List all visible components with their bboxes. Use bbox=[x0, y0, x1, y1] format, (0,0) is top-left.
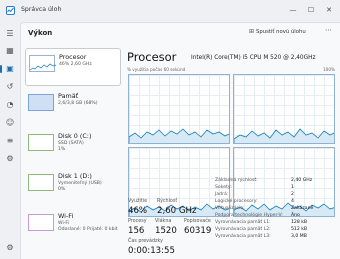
resource-item-wifi[interactable]: Wi-Fi Wi-Fi Odoslané: 0 Prijaté: 0 kbit bbox=[25, 208, 121, 246]
title-bar: Správca úloh — ☐ ✕ bbox=[0, 0, 340, 22]
processes-value: 156 bbox=[128, 226, 145, 236]
resource-detail: 2,6/3,8 GB (68%) bbox=[58, 101, 98, 106]
spec-row: Logické procesory: 4 bbox=[215, 199, 320, 206]
resource-detail: Wi-Fi bbox=[58, 221, 69, 226]
disk1-thumbnail-graph bbox=[28, 174, 54, 191]
spec-value: 1 bbox=[291, 185, 294, 190]
spec-row: Vyrovnávacia pamäť L1: 128 kB bbox=[215, 220, 320, 227]
core-graph-0 bbox=[128, 74, 230, 144]
startup-icon[interactable]: ◔ bbox=[4, 99, 16, 111]
navigation-rail: ☰ ▦ ▣ ↺ ◔ ☺ ≡ ⚙ ⚙ bbox=[0, 22, 20, 259]
resource-name: Disk 1 (D:) bbox=[58, 172, 92, 180]
cpu-thumbnail-graph bbox=[29, 55, 57, 72]
spec-row: Virtualizácia: Zakázané bbox=[215, 206, 320, 213]
threads-value: 1520 bbox=[155, 226, 177, 236]
spec-value: 128 kB bbox=[291, 220, 308, 225]
memory-thumbnail-graph bbox=[28, 94, 54, 111]
resource-usage: Odoslané: 0 Prijaté: 0 kbit bbox=[58, 227, 118, 232]
cpu-title: Procesor bbox=[127, 50, 177, 64]
resource-detail: SSD (SATA) bbox=[58, 141, 84, 146]
spec-key: Vyrovnávacia pamäť L3: bbox=[215, 234, 271, 239]
details-icon[interactable]: ≡ bbox=[4, 135, 16, 147]
resource-item-memory[interactable]: Pamäť 2,6/3,8 GB (68%) bbox=[25, 88, 121, 126]
spec-key: Podpora technológie Hyper-V: bbox=[215, 213, 283, 218]
resource-name: Wi-Fi bbox=[58, 212, 74, 220]
page-title: Výkon bbox=[28, 29, 53, 37]
spec-value: 2 bbox=[291, 192, 294, 197]
graph-max-label: 100% bbox=[323, 67, 335, 72]
spec-row: Vyrovnávacia pamäť L3: 3,0 MB bbox=[215, 234, 320, 241]
threads-label: Vlákna bbox=[155, 219, 172, 224]
spec-key: Virtualizácia: bbox=[215, 206, 245, 211]
processes-icon[interactable]: ▦ bbox=[4, 45, 16, 57]
disk0-thumbnail-graph bbox=[28, 134, 54, 151]
spec-row: Vyrovnávacia pamäť L2: 512 kB bbox=[215, 227, 320, 234]
core-graph-1 bbox=[233, 74, 335, 144]
processes-label: Procesy bbox=[128, 219, 147, 224]
spec-row: Podpora technológie Hyper-V: Áno bbox=[215, 213, 320, 220]
spec-row: Základná rýchlosť: 2,40 GHz bbox=[215, 178, 320, 185]
resource-name: Procesor bbox=[59, 53, 87, 61]
spec-value: 512 kB bbox=[291, 227, 308, 232]
spec-key: Vyrovnávacia pamäť L1: bbox=[215, 220, 271, 225]
resource-item-cpu[interactable]: Procesor 46% 2,60 GHz bbox=[25, 48, 121, 86]
spec-row: Jadrá: 2 bbox=[215, 192, 320, 199]
users-icon[interactable]: ☺ bbox=[4, 117, 16, 129]
more-options-button[interactable]: ⋯ bbox=[325, 26, 332, 34]
main-panel: Výkon ⊞ Spustiť novú úlohu ⋯ Procesor 46%… bbox=[20, 22, 340, 259]
resource-usage: 1% bbox=[58, 147, 66, 152]
window-title: Správca úloh bbox=[21, 6, 62, 13]
minimize-button[interactable]: — bbox=[286, 4, 300, 16]
maximize-button[interactable]: ☐ bbox=[304, 4, 318, 16]
speed-label: Rýchlosť bbox=[157, 199, 178, 204]
wifi-thumbnail-graph bbox=[28, 214, 54, 231]
spec-value: Zakázané bbox=[291, 206, 314, 211]
uptime-label: Čas prevádzky bbox=[128, 239, 163, 244]
handles-label: Popisovače bbox=[184, 219, 211, 224]
cpu-model: Intel(R) Core(TM) i5 CPU M 520 @ 2,40GHz bbox=[191, 55, 316, 61]
resource-detail: Vymeniteľný (USB) bbox=[58, 181, 102, 186]
task-manager-icon bbox=[6, 6, 15, 15]
history-icon[interactable]: ↺ bbox=[4, 81, 16, 93]
resource-item-disk1[interactable]: Disk 1 (D:) Vymeniteľný (USB) 0% bbox=[25, 168, 121, 206]
resource-name: Pamäť bbox=[58, 92, 79, 100]
spec-value: 2,40 GHz bbox=[291, 178, 313, 183]
spec-key: Jadrá: bbox=[215, 192, 229, 197]
spec-value: 4 bbox=[291, 199, 294, 204]
utilization-value: 46% bbox=[128, 206, 148, 216]
spec-key: Základná rýchlosť: bbox=[215, 178, 258, 183]
spec-value: Áno bbox=[291, 213, 300, 218]
graph-caption: % využitia počas 60 sekúnd bbox=[127, 67, 186, 72]
resource-name: Disk 0 (C:) bbox=[58, 132, 92, 140]
spec-key: Logické procesory: bbox=[215, 199, 258, 204]
close-button[interactable]: ✕ bbox=[322, 4, 336, 16]
spec-row: Sokety: 1 bbox=[215, 185, 320, 192]
resource-usage: 0% bbox=[58, 187, 66, 192]
speed-value: 2,60 GHz bbox=[157, 206, 197, 216]
run-new-task-label: Spustiť novú úlohu bbox=[256, 29, 306, 35]
settings-icon[interactable]: ⚙ bbox=[4, 242, 16, 254]
run-new-task-button[interactable]: ⊞ Spustiť novú úlohu bbox=[249, 28, 306, 35]
handles-value: 60319 bbox=[184, 226, 212, 236]
performance-icon[interactable]: ▣ bbox=[0, 63, 16, 75]
resource-detail: 46% 2,60 GHz bbox=[59, 62, 92, 67]
spec-value: 3,0 MB bbox=[291, 234, 307, 239]
spec-key: Vyrovnávacia pamäť L2: bbox=[215, 227, 271, 232]
uptime-value: 0:00:13:55 bbox=[128, 246, 175, 256]
spec-key: Sokety: bbox=[215, 185, 232, 190]
menu-icon[interactable]: ☰ bbox=[4, 28, 16, 40]
run-task-icon: ⊞ bbox=[249, 28, 255, 35]
utilization-label: Využitie bbox=[128, 199, 148, 204]
resource-item-disk0[interactable]: Disk 0 (C:) SSD (SATA) 1% bbox=[25, 128, 121, 166]
services-icon[interactable]: ⚙ bbox=[4, 153, 16, 165]
